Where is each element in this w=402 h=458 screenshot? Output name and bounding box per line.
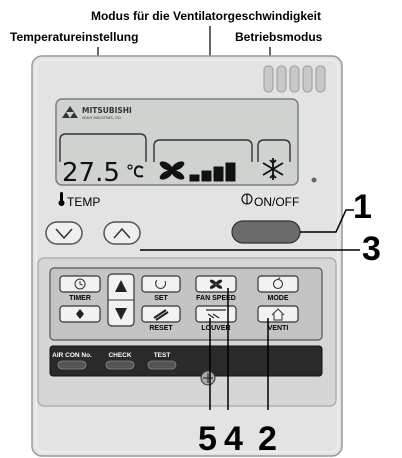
mode-button[interactable]: [257, 275, 299, 293]
reset-label: RESET: [149, 325, 173, 332]
fan-speed-button[interactable]: [195, 275, 237, 293]
callout-fan-speed-mode: Modus für die Ventilatorgeschwindigkeit: [91, 9, 321, 23]
venti-label: VENTI: [268, 325, 289, 332]
fan-speed-bar: [225, 162, 236, 182]
screw-icon: [200, 370, 216, 386]
set-label: SET: [154, 295, 168, 302]
temp-label: TEMP: [67, 195, 100, 209]
timer-select-button[interactable]: [59, 305, 101, 323]
air-con-no-label: AIR CON No.: [52, 352, 92, 359]
air-con-no-button[interactable]: [57, 360, 87, 370]
time-rocker-button[interactable]: [107, 273, 135, 327]
onoff-label: ON/OFF: [254, 195, 299, 209]
fan-speed-label: FAN SPEED: [196, 295, 236, 302]
callout-number-1: 1: [353, 188, 372, 226]
onoff-button[interactable]: [231, 220, 301, 244]
service-strip: [49, 345, 323, 377]
lcd-temperature: 27.5: [62, 158, 120, 188]
mode-label: MODE: [268, 295, 289, 302]
test-label: TEST: [154, 352, 171, 359]
venti-button[interactable]: [257, 305, 299, 323]
callout-number-5: 5: [198, 420, 217, 458]
check-label: CHECK: [108, 352, 131, 359]
vent-slots: [263, 65, 326, 93]
reset-button[interactable]: [141, 305, 181, 323]
timer-button[interactable]: [59, 275, 101, 293]
indicator-dot: [311, 177, 317, 183]
test-button[interactable]: [147, 360, 177, 370]
temp-down-button[interactable]: [45, 221, 83, 245]
remote-controller-diagram: Modus für die Ventilatorgeschwindigkeit …: [10, 9, 381, 458]
fan-speed-bar: [213, 166, 224, 182]
fan-speed-bar: [201, 170, 212, 182]
louver-button[interactable]: [195, 305, 237, 323]
temp-up-button[interactable]: [103, 221, 141, 245]
callout-number-4: 4: [224, 420, 243, 458]
brand-sub: HEAVY INDUSTRIES, LTD.: [82, 116, 122, 120]
fan-speed-bar: [189, 174, 200, 182]
check-button[interactable]: [105, 360, 135, 370]
louver-label: LOUVER: [201, 325, 230, 332]
callout-number-3: 3: [362, 230, 381, 268]
callout-operating-mode: Betriebsmodus: [235, 30, 323, 44]
timer-label: TIMER: [69, 295, 91, 302]
set-button[interactable]: [141, 275, 181, 293]
callout-number-2: 2: [258, 420, 277, 458]
callout-temperature-setting: Temperatureinstellung: [10, 30, 138, 44]
brand-name: MITSUBISHI: [82, 106, 132, 115]
